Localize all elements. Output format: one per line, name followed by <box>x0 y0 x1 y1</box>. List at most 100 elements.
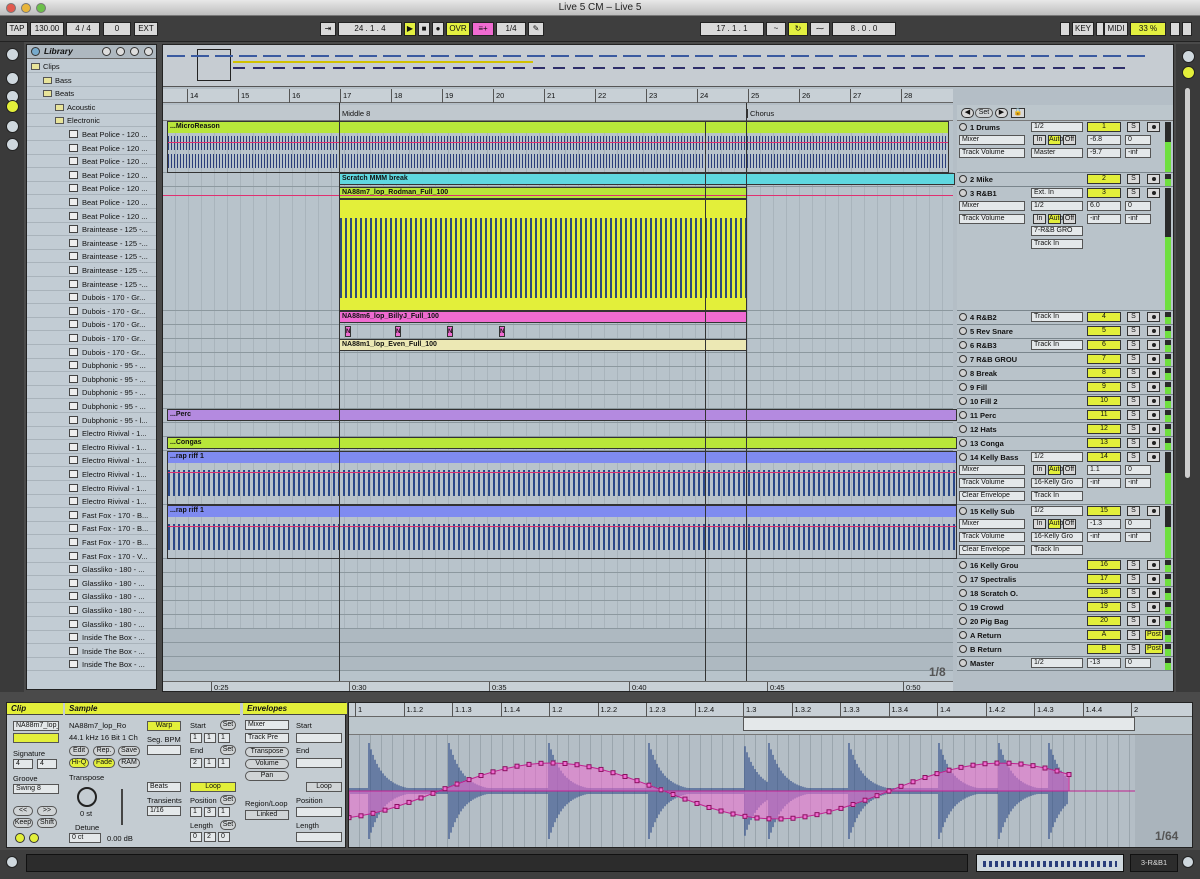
start-beat-field[interactable]: 1 <box>204 733 216 743</box>
envelope-breakpoint[interactable] <box>478 773 484 779</box>
envelope-line[interactable] <box>163 195 953 196</box>
track-lane[interactable] <box>163 395 953 409</box>
browser-clip-item[interactable]: Glassliko - 180 - ... <box>27 604 156 617</box>
browser-clip-item[interactable]: Braintease - 125 -... <box>27 250 156 264</box>
fold-track-icon[interactable] <box>959 589 967 597</box>
track-routing-menu[interactable]: Track In <box>1031 239 1083 249</box>
solo-button[interactable]: S <box>1127 452 1140 462</box>
overdub-button[interactable]: OVR <box>446 22 470 36</box>
track-name[interactable]: 16 Kelly Grou <box>959 560 1029 572</box>
length-sixteenth-field[interactable]: 0 <box>218 832 230 842</box>
monitor-auto-button[interactable]: Auto <box>1048 214 1063 224</box>
fold-track-icon[interactable] <box>959 659 967 667</box>
track-name[interactable]: 6 R&B3 <box>959 340 1029 352</box>
browser-clip-item[interactable]: Dubois - 170 - Gr... <box>27 305 156 318</box>
track-lane[interactable] <box>163 423 953 437</box>
track-header[interactable]: 2 Mike 2 S <box>957 173 1173 187</box>
search-icon[interactable] <box>130 47 139 56</box>
track-name[interactable]: 1 Drums <box>959 122 1029 134</box>
envelope-line[interactable] <box>168 526 956 527</box>
arrangement-overview[interactable] <box>163 45 1173 87</box>
fold-track-icon[interactable] <box>959 327 967 335</box>
browser-clip-item[interactable]: Electro Rivival - 1... <box>27 482 156 495</box>
overview-thumbnail[interactable] <box>976 854 1124 872</box>
browser-clip-item[interactable]: Fast Fox - 170 - V... <box>27 550 156 563</box>
envelope-breakpoint[interactable] <box>394 803 400 809</box>
envelope-breakpoint[interactable] <box>1054 768 1060 774</box>
track-header[interactable]: A Return A S Post <box>957 629 1173 643</box>
library-browser-icon[interactable] <box>6 72 19 85</box>
browser-clip-item[interactable]: Dubphonic - 95 - ... <box>27 400 156 413</box>
browser-clip-item[interactable]: Electro Rivival - 1... <box>27 454 156 468</box>
solo-button[interactable]: S <box>1127 602 1140 612</box>
track-activator[interactable]: 10 <box>1087 396 1121 406</box>
envelope-breakpoint[interactable] <box>982 761 988 767</box>
browser-clip-item[interactable]: Braintease - 125 -... <box>27 223 156 237</box>
key-map-button[interactable]: KEY <box>1072 22 1094 36</box>
record-icon[interactable]: ● <box>432 22 444 36</box>
track-activator[interactable]: A <box>1087 630 1121 640</box>
track-routing-menu[interactable]: Track In <box>1031 340 1083 350</box>
arm-record-button[interactable] <box>1147 188 1160 198</box>
browser-clip-item[interactable]: Braintease - 125 -... <box>27 264 156 277</box>
solo-button[interactable]: S <box>1127 312 1140 322</box>
signature-denominator[interactable]: 4 <box>37 759 57 769</box>
track-routing-menu[interactable]: 16-Kelly Gro <box>1031 478 1083 488</box>
envelope-breakpoint[interactable] <box>1066 772 1072 778</box>
track-name[interactable]: Master <box>959 658 1029 670</box>
arm-record-button[interactable] <box>1147 616 1160 626</box>
envelope-breakpoint[interactable] <box>610 770 616 776</box>
track-activator[interactable]: 16 <box>1087 560 1121 570</box>
track-header[interactable]: 12 Hats 12 S <box>957 423 1173 437</box>
warp-button[interactable]: Warp <box>147 721 181 731</box>
envelope-breakpoint[interactable] <box>766 816 772 822</box>
track-value-field[interactable]: 6.0 <box>1087 201 1121 211</box>
track-name[interactable]: A Return <box>959 630 1029 642</box>
up-folder-icon[interactable] <box>102 47 111 56</box>
browser-clip-item[interactable]: Inside The Box - ... <box>27 631 156 645</box>
browser-clip-item[interactable]: Beat Police - 120 ... <box>27 196 156 209</box>
fold-track-icon[interactable] <box>959 631 967 639</box>
solo-button[interactable]: S <box>1127 574 1140 584</box>
track-routing-menu[interactable]: Master <box>1031 148 1083 158</box>
fold-track-icon[interactable] <box>959 645 967 653</box>
ram-button[interactable]: RAM <box>118 758 140 768</box>
envelope-breakpoint[interactable] <box>466 777 472 783</box>
envelope-breakpoint[interactable] <box>430 790 436 796</box>
track-name[interactable]: 19 Crowd <box>959 602 1029 614</box>
track-value-field[interactable]: -1.3 <box>1087 519 1121 529</box>
browser-clip-item[interactable]: Glassliko - 180 - ... <box>27 590 156 604</box>
set-position-button[interactable]: Set <box>220 795 236 805</box>
arrangement-clip[interactable] <box>339 199 747 311</box>
linked-button[interactable]: Linked <box>245 810 289 820</box>
browser-clip-item[interactable]: Inside The Box - ... <box>27 645 156 658</box>
envelope-line[interactable] <box>168 142 948 143</box>
track-lane[interactable] <box>163 643 953 657</box>
solo-button[interactable]: S <box>1127 410 1140 420</box>
save-sample-button[interactable]: Save <box>118 746 140 756</box>
track-value-field[interactable]: -inf <box>1125 532 1151 542</box>
groove-menu[interactable]: Swing 8 <box>13 784 59 794</box>
midi-note-clip[interactable]: N <box>499 326 505 337</box>
device-browser-icon[interactable] <box>6 100 19 113</box>
browser-clip-item[interactable]: Electro Rivival - 1... <box>27 441 156 454</box>
browser-clip-item[interactable]: Dubois - 170 - Gr... <box>27 291 156 305</box>
arm-record-button[interactable] <box>1147 174 1160 184</box>
solo-button[interactable]: S <box>1127 630 1140 640</box>
signature-numerator[interactable]: 4 <box>13 759 33 769</box>
browser-folder[interactable]: Clips <box>27 60 156 73</box>
env-start-field[interactable] <box>296 733 342 743</box>
solo-button[interactable]: S <box>1127 174 1140 184</box>
edit-sample-button[interactable]: Edit <box>69 746 89 756</box>
monitor-in-button[interactable]: In <box>1033 519 1046 529</box>
track-routing-menu[interactable]: Ext. In <box>1031 188 1083 198</box>
track-activator[interactable]: 15 <box>1087 506 1121 516</box>
monitor-off-button[interactable]: Off <box>1063 465 1076 475</box>
external-sync-button[interactable]: EXT <box>134 22 158 36</box>
fold-track-icon[interactable] <box>959 617 967 625</box>
solo-button[interactable]: S <box>1127 382 1140 392</box>
envelope-breakpoint[interactable] <box>946 767 952 773</box>
envelope-breakpoint[interactable] <box>790 815 796 821</box>
pan-envelope-button[interactable]: Pan <box>245 771 289 781</box>
envelope-breakpoint[interactable] <box>934 771 940 777</box>
